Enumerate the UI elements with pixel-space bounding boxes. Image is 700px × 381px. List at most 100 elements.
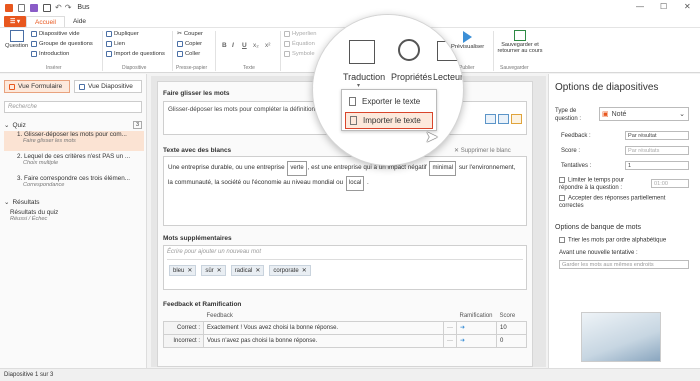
- checkbox-icon: [559, 195, 565, 201]
- word-tag[interactable]: corporate ✕: [269, 265, 311, 276]
- question-button[interactable]: Question: [5, 30, 28, 49]
- equation-icon: [284, 41, 290, 47]
- remove-icon[interactable]: ✕: [302, 267, 307, 274]
- export-text-item[interactable]: Exporter le texte: [345, 93, 433, 110]
- question-item-1[interactable]: 1. Glisser-déposer les mots pour com... F…: [4, 131, 144, 151]
- word-tags: bleu ✕ sûr ✕ radical ✕ corporate ✕: [169, 265, 314, 276]
- form-view-button[interactable]: Vue Formulaire: [4, 80, 70, 93]
- title-bar: ↶ ↷ Bus — ☐ ✕: [0, 0, 700, 15]
- blank-3[interactable]: local: [345, 176, 365, 191]
- feedback-incorrect-field[interactable]: Vous n'avez pas choisi la bonne réponse.: [203, 333, 444, 348]
- results-item[interactable]: Résultats du quiz Réussi / Échec: [4, 209, 144, 229]
- branch-arrow-icon[interactable]: ➜: [456, 320, 497, 335]
- row-label: Incorrect :: [163, 333, 204, 348]
- new-file-icon[interactable]: [18, 3, 25, 12]
- translation-menu: Exporter le texte Importer le texte: [341, 89, 437, 131]
- branching-header: Ramification: [456, 311, 497, 322]
- video-icon[interactable]: [498, 114, 509, 124]
- chevron-down-icon: ⌄: [4, 122, 10, 129]
- feedback-title-label: Feedback et Ramification: [163, 301, 242, 308]
- redo-icon[interactable]: ↷: [65, 3, 72, 12]
- import-questions-button[interactable]: Import de questions: [106, 51, 165, 57]
- blanks-text-field[interactable]: Une entreprise durable, ou une entrepris…: [163, 156, 527, 226]
- audio-icon[interactable]: [511, 114, 522, 124]
- more-button[interactable]: ···: [443, 320, 457, 335]
- word-tag[interactable]: radical ✕: [230, 265, 265, 276]
- question-item-3[interactable]: 3. Faire correspondre ces trois élémen..…: [4, 175, 144, 195]
- maximize-button[interactable]: ☐: [660, 2, 667, 11]
- hyperlink-button[interactable]: Hyperlien: [284, 31, 317, 37]
- import-text-item[interactable]: Importer le texte: [345, 112, 433, 129]
- slide-view-button[interactable]: Vue Diapositive: [74, 80, 142, 93]
- properties-button[interactable]: Propriétés: [391, 72, 432, 82]
- word-tag[interactable]: sûr ✕: [201, 265, 226, 276]
- introduction-button[interactable]: Introduction: [31, 51, 69, 57]
- translation-button[interactable]: Traduction: [343, 72, 385, 82]
- blank-1[interactable]: verte: [287, 161, 307, 176]
- blank-2[interactable]: minimal: [429, 161, 457, 176]
- tab-aide[interactable]: Aide: [65, 16, 94, 27]
- remove-icon[interactable]: ✕: [187, 267, 192, 274]
- results-group[interactable]: ⌄ Résultats: [4, 198, 142, 207]
- image-icon[interactable]: [485, 114, 496, 124]
- score-correct-field[interactable]: 10: [496, 320, 527, 335]
- blank-slide-button[interactable]: Diapositive vide: [31, 31, 80, 37]
- bold-button[interactable]: B: [222, 42, 227, 49]
- more-button[interactable]: ···: [443, 333, 457, 348]
- qtype-select[interactable]: ▣ Noté ⌄: [599, 107, 689, 121]
- score-select[interactable]: Par résultats: [625, 146, 689, 155]
- symbol-button[interactable]: Symbole: [284, 51, 315, 57]
- quiz-group[interactable]: ⌄ Quiz 3: [4, 121, 142, 129]
- equation-button[interactable]: Équation: [284, 41, 315, 47]
- slide-navigator: Vue Formulaire Vue Diapositive Recherche…: [0, 74, 147, 368]
- blanks-title-label: Texte avec des blancs: [163, 147, 232, 154]
- feedback-select[interactable]: Par résultat: [625, 131, 689, 140]
- qtype-label: Type de question :: [555, 108, 582, 122]
- score-incorrect-field[interactable]: 0: [496, 333, 527, 348]
- limit-time-checkbox[interactable]: Limiter le temps pour répondre à la ques…: [559, 177, 649, 192]
- delete-blank-button[interactable]: ✕ Supprimer le blanc: [454, 147, 511, 154]
- link-icon: [106, 41, 112, 47]
- subscript-button[interactable]: x₂: [253, 42, 259, 49]
- branch-arrow-icon[interactable]: ➜: [456, 333, 497, 348]
- open-icon[interactable]: [30, 3, 38, 12]
- extra-words-box: Écrire pour ajouter un nouveau mot bleu ✕…: [163, 245, 527, 290]
- search-input[interactable]: Recherche: [4, 101, 142, 113]
- save-return-icon: [514, 30, 526, 41]
- slide-thumbnail[interactable]: [581, 312, 661, 362]
- minimize-button[interactable]: —: [636, 2, 644, 11]
- save-icon[interactable]: [43, 3, 51, 12]
- partial-checkbox[interactable]: Accepter des réponses partiellement corr…: [559, 195, 687, 210]
- word-position-select[interactable]: Garder les mots aux mêmes endroits: [559, 260, 689, 269]
- close-button[interactable]: ✕: [684, 2, 691, 11]
- feedback-correct-field[interactable]: Exactement ! Vous avez choisi la bonne r…: [203, 320, 444, 335]
- italic-button[interactable]: I: [232, 42, 234, 49]
- duplicate-button[interactable]: Dupliquer: [106, 31, 139, 37]
- save-return-button[interactable]: Sauvegarder et retourner au cours: [495, 30, 545, 54]
- duplicate-icon: [106, 31, 112, 37]
- cut-button[interactable]: ✂ Couper: [177, 31, 203, 37]
- remove-icon[interactable]: ✕: [217, 267, 222, 274]
- file-menu-button[interactable]: ☰ ▾: [4, 16, 26, 27]
- remove-icon[interactable]: ✕: [255, 267, 260, 274]
- link-button[interactable]: Lien: [106, 41, 125, 47]
- time-limit-field[interactable]: 01:00: [651, 179, 689, 188]
- feedback-label: Feedback :: [561, 133, 591, 139]
- status-bar: Diapositive 1 sur 3: [0, 368, 700, 381]
- attempts-select[interactable]: 1: [625, 161, 689, 170]
- tab-accueil[interactable]: Accueil: [26, 16, 65, 27]
- word-bank-title: Options de banque de mots: [555, 224, 642, 231]
- new-word-input[interactable]: Écrire pour ajouter un nouveau mot: [167, 249, 523, 260]
- question-item-2[interactable]: 2. Lequel de ces critères n'est PAS un .…: [4, 153, 144, 173]
- paste-button[interactable]: Coller: [177, 51, 200, 57]
- player-icon: [437, 41, 459, 61]
- copy-button[interactable]: Copier: [177, 41, 202, 47]
- zoom-magnifier: Traduction Propriétés Lecteur ▾ Exporter…: [312, 14, 464, 166]
- underline-button[interactable]: U: [242, 42, 247, 49]
- word-tag[interactable]: bleu ✕: [169, 265, 197, 276]
- superscript-button[interactable]: x²: [265, 42, 270, 49]
- question-group-button[interactable]: Groupe de questions: [31, 41, 93, 47]
- sort-checkbox[interactable]: Trier les mots par ordre alphabétique: [559, 237, 666, 244]
- player-button[interactable]: Lecteur: [433, 72, 463, 82]
- undo-icon[interactable]: ↶: [55, 3, 62, 12]
